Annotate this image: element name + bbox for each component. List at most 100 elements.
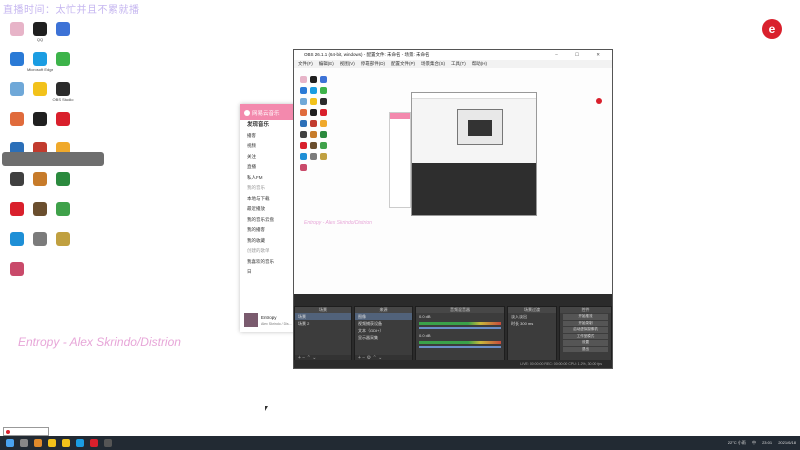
music-nav-item[interactable]: 直播 (240, 162, 298, 173)
obs-menu-item[interactable]: 配置文件(P) (391, 61, 415, 66)
volume-meter (419, 341, 501, 344)
preview-app-icon (300, 142, 307, 149)
preview-app-icon (310, 109, 317, 116)
preview-app-icon (310, 87, 317, 94)
transition-type[interactable]: 淡入淡出 (508, 313, 556, 320)
app-icon (56, 82, 70, 96)
music-nav-item[interactable]: 视频 (240, 141, 298, 152)
netease-music-taskbar-icon[interactable] (90, 439, 98, 447)
obs-preview-canvas[interactable]: Entropy - Alex Skrindo/Distrion (294, 68, 612, 294)
now-playing-bar[interactable]: Entropy Alex Skrindo / Dis... (244, 313, 296, 329)
music-nav-item[interactable]: 我的音乐云盘 (240, 215, 298, 226)
scene-item[interactable]: 场景 2 (295, 320, 351, 327)
music-nav-item[interactable]: 我的音乐 (240, 183, 298, 194)
window-controls[interactable]: ‒ ☐ ✕ (555, 50, 608, 60)
preview-app-icon (300, 164, 307, 171)
search-icon[interactable] (20, 439, 28, 447)
app-icon (33, 112, 47, 126)
desktop-icon[interactable]: OBS Studio (50, 82, 76, 102)
music-nav-item[interactable]: 创建的歌单 (240, 246, 298, 257)
album-art (244, 313, 258, 327)
scenes-dock[interactable]: 场景 场景 场景 2 + − ⌃ ⌄ (294, 306, 352, 362)
app-icon (10, 22, 24, 36)
taskbar: 22°C 小雨 中 23:01 2021/6/18 (0, 436, 800, 450)
desktop-icon[interactable] (50, 172, 76, 187)
scene-item[interactable]: 场景 (295, 313, 351, 320)
music-player-window[interactable]: 网易云音乐 发现音乐 播客 视频 关注 直播 私人FM 我的音乐 本地与下载 最近播放 我的音乐云… (240, 104, 298, 332)
clock-time[interactable]: 23:01 (762, 440, 772, 445)
preview-app-icon (310, 76, 317, 83)
start-streaming-button[interactable]: 开始推流 (563, 314, 608, 320)
sources-dock[interactable]: 来源 图像 视频捕获设备 文本（GDI+） 显示器采集 + − ⚙ ⌃ ⌄ (354, 306, 413, 362)
desktop-icon[interactable] (4, 262, 30, 277)
source-item[interactable]: 视频捕获设备 (355, 320, 412, 327)
mixer-channel-level: 0.0 dB (419, 314, 431, 319)
music-nav-item[interactable]: 播客 (240, 131, 298, 142)
obs-menu-item[interactable]: 文件(F) (298, 61, 313, 66)
desktop-icon[interactable] (50, 232, 76, 247)
source-item[interactable]: 图像 (355, 313, 412, 320)
music-player-header: 网易云音乐 (240, 104, 298, 120)
desktop-icon[interactable] (50, 112, 76, 127)
taskbar-app-icon[interactable] (34, 439, 42, 447)
clock-date[interactable]: 2021/6/18 (778, 440, 796, 445)
music-nav-item[interactable]: 日 (240, 267, 298, 278)
desktop-icon[interactable] (50, 52, 76, 67)
preview-app-icon (300, 76, 307, 83)
preview-app-icon (320, 87, 327, 94)
app-icon (56, 52, 70, 66)
music-nav-item[interactable]: 本地与下载 (240, 194, 298, 205)
notification-toast[interactable] (2, 152, 104, 166)
music-nav-item[interactable]: 发现音乐 (240, 120, 298, 131)
system-tray[interactable]: 22°C 小雨 中 23:01 2021/6/18 (723, 436, 796, 450)
music-nav-item[interactable]: 最近播放 (240, 204, 298, 215)
volume-slider[interactable] (419, 327, 501, 329)
music-nav-item[interactable]: 我的播客 (240, 225, 298, 236)
music-nav-item[interactable]: 我的收藏 (240, 236, 298, 247)
volume-slider[interactable] (419, 346, 501, 348)
transition-duration[interactable]: 时长 300 ms (508, 320, 556, 327)
music-nav-item[interactable]: 关注 (240, 152, 298, 163)
transitions-dock[interactable]: 场景过渡 淡入淡出 时长 300 ms (507, 306, 557, 362)
file-explorer-icon[interactable] (62, 439, 70, 447)
controls-dock[interactable]: 控件 开始推流 开始录制 启动虚拟摄像机 工作室模式 设置 退出 (559, 306, 612, 362)
audio-mixer-dock[interactable]: 音频混音器 0.0 dB 0.0 dB (415, 306, 505, 362)
app-icon (10, 52, 24, 66)
music-nav-item[interactable]: 私人FM (240, 173, 298, 184)
desktop-icon[interactable] (50, 202, 76, 217)
weather-label[interactable]: 22°C 小雨 (728, 440, 746, 445)
app-icon (10, 172, 24, 186)
preview-nested-obs (411, 92, 537, 216)
start-icon[interactable] (6, 439, 14, 447)
source-item[interactable]: 显示器采集 (355, 334, 412, 341)
obs-menu-item[interactable]: 工具(T) (451, 61, 466, 66)
desktop-icon[interactable] (50, 22, 76, 37)
studio-mode-button[interactable]: 工作室模式 (563, 333, 608, 339)
now-playing-overlay: Entropy - Alex Skrindo/Distrion (18, 335, 181, 349)
obs-window[interactable]: OBS 26.1.1 (64-bit, windows) - 配置文件: 未命名… (293, 49, 613, 369)
obs-taskbar-icon[interactable] (104, 439, 112, 447)
virtual-camera-button[interactable]: 启动虚拟摄像机 (563, 327, 608, 333)
obs-menu-item[interactable]: 视图(V) (340, 61, 355, 66)
file-explorer-icon[interactable] (48, 439, 56, 447)
obs-menu-item[interactable]: 编辑(E) (319, 61, 334, 66)
app-icon (33, 82, 47, 96)
obs-menu-item[interactable]: 场景集合(S) (421, 61, 445, 66)
settings-button[interactable]: 设置 (563, 340, 608, 346)
obs-menu-item[interactable]: 停靠部件(D) (361, 61, 385, 66)
preview-app-icon (300, 120, 307, 127)
netease-icon (244, 110, 250, 116)
music-nav-item[interactable]: 我喜欢的音乐 (240, 257, 298, 268)
taskbar-preview-thumbnail[interactable] (3, 427, 49, 436)
exit-button[interactable]: 退出 (563, 346, 608, 352)
preview-app-icon (310, 120, 317, 127)
edge-icon[interactable] (76, 439, 84, 447)
obs-menu-item[interactable]: 帮助(H) (472, 61, 487, 66)
language-indicator[interactable]: 中 (752, 440, 756, 445)
preview-app-icon (300, 131, 307, 138)
source-item[interactable]: 文本（GDI+） (355, 327, 412, 334)
start-recording-button[interactable]: 开始录制 (563, 320, 608, 326)
preview-app-icon (300, 98, 307, 105)
preview-app-icon (310, 98, 317, 105)
obs-menubar[interactable]: 文件(F) 编辑(E) 视图(V) 停靠部件(D) 配置文件(P) 场景集合(S) 工具(T… (294, 60, 612, 68)
